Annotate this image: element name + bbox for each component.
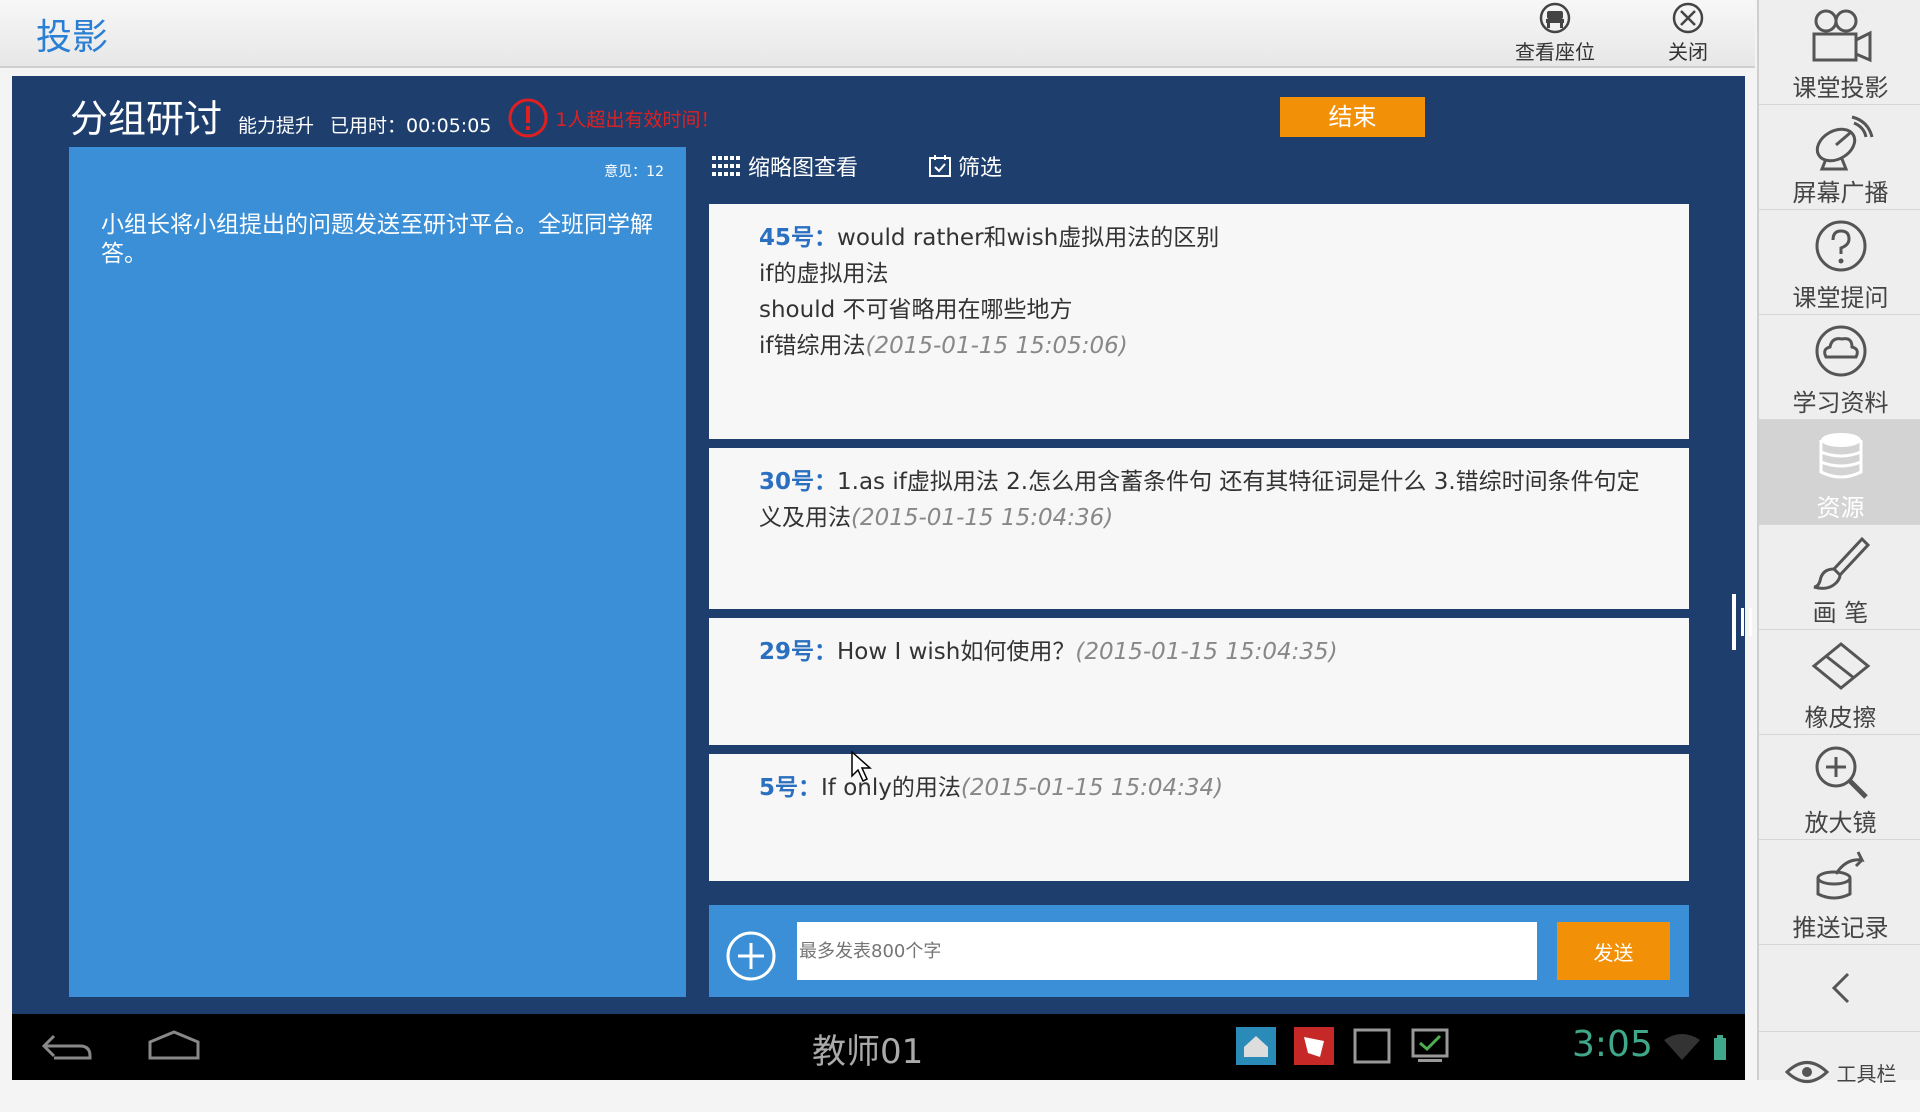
sidebar-item-study-materials[interactable]: 学习资料 xyxy=(1759,315,1920,420)
sidebar-item-label: 画 笔 xyxy=(1812,599,1869,627)
message-time: (2015-01-15 15:04:34) xyxy=(960,775,1224,801)
message-time: (2015-01-15 15:04:35) xyxy=(1075,639,1338,665)
tool-sidebar: 课堂投影 屏幕广播 课堂提问 学习资料 资源 画 笔 橡皮擦 放大镜 推送记录 … xyxy=(1757,0,1920,1086)
student-number: 29号： xyxy=(759,639,838,665)
eraser-icon xyxy=(1811,642,1870,690)
send-button[interactable]: 发送 xyxy=(1557,922,1670,980)
elapsed-value: 00:05:05 xyxy=(406,115,492,137)
view-seats-label: 查看座位 xyxy=(1515,40,1595,64)
message-input[interactable] xyxy=(797,922,1537,980)
add-attachment-icon[interactable] xyxy=(725,930,777,982)
elapsed-label: 已用时： xyxy=(330,115,407,137)
eye-icon xyxy=(1784,1061,1829,1083)
sidebar-item-label: 资源 xyxy=(1816,494,1865,522)
filter-tab[interactable]: 筛选 xyxy=(928,150,1002,182)
window-app-icon[interactable] xyxy=(1352,1027,1392,1065)
current-user: 教师01 xyxy=(812,1032,924,1072)
clock: 3:05 xyxy=(1572,1024,1653,1065)
sidebar-item-push-record[interactable]: 推送记录 xyxy=(1759,840,1920,945)
timeout-warning: 1人超出有效时间！ xyxy=(507,97,719,139)
discussion-stage: 分组研讨 能力提升 已用时：00:05:05 1人超出有效时间！ 结束 意见：1… xyxy=(12,76,1752,1014)
message-line: if的虚拟用法 xyxy=(759,261,889,287)
sidebar-item-eraser[interactable]: 橡皮擦 xyxy=(1759,630,1920,735)
message-line: How I wish如何使用？ xyxy=(837,639,1076,665)
top-header: 投影 查看座位 关闭 xyxy=(0,0,1755,68)
sidebar-item-label: 屏幕广播 xyxy=(1792,179,1889,207)
chevron-left-icon xyxy=(1831,972,1849,1004)
system-navbar: 教师01 3:05 xyxy=(12,1014,1745,1080)
seat-icon xyxy=(1539,2,1571,34)
alert-icon xyxy=(508,98,548,138)
app-title: 投影 xyxy=(36,17,109,58)
message-line: if错综用法 xyxy=(759,333,866,359)
opinion-count: 意见：12 xyxy=(604,164,664,180)
thumbnail-view-tab[interactable]: 缩略图查看 xyxy=(712,150,858,182)
compose-bar: 发送 xyxy=(709,905,1689,997)
end-button[interactable]: 结束 xyxy=(1280,97,1425,137)
topic-panel: 意见：12 小组长将小组提出的问题发送至研讨平台。全班同学解答。 xyxy=(69,147,686,997)
sidebar-item-label: 放大镜 xyxy=(1804,809,1877,837)
grid-icon xyxy=(712,156,740,176)
sidebar-item-resources[interactable]: 资源 xyxy=(1759,420,1920,525)
student-number: 5号： xyxy=(759,775,822,801)
sidebar-item-label: 橡皮擦 xyxy=(1804,704,1877,732)
message-line: If only的用法 xyxy=(821,775,961,801)
push-record-icon xyxy=(1816,851,1865,900)
student-number: 30号： xyxy=(759,469,838,495)
sidebar-item-class-question[interactable]: 课堂提问 xyxy=(1759,210,1920,315)
session-header: 分组研讨 能力提升 已用时：00:05:05 1人超出有效时间！ xyxy=(70,88,719,148)
view-seats-button[interactable]: 查看座位 xyxy=(1500,2,1610,64)
close-button[interactable]: 关闭 xyxy=(1633,2,1743,64)
filter-label: 筛选 xyxy=(958,156,1003,181)
warning-text: 1人超出有效时间！ xyxy=(555,108,720,131)
brush-icon xyxy=(1813,536,1870,590)
message-time: (2015-01-15 15:05:06) xyxy=(865,333,1128,359)
elapsed-time: 已用时：00:05:05 xyxy=(330,111,491,138)
monitor-check-icon[interactable] xyxy=(1410,1027,1450,1065)
sidebar-item-screen-broadcast[interactable]: 屏幕广播 xyxy=(1759,105,1920,210)
video-camera-icon xyxy=(1812,9,1871,63)
toolbar-toggle-label: 工具栏 xyxy=(1836,1061,1897,1086)
home-app-icon[interactable] xyxy=(1236,1027,1276,1065)
view-tabs: 缩略图查看 筛选 xyxy=(712,150,1002,182)
sidebar-item-label: 课堂提问 xyxy=(1792,284,1889,312)
session-title: 分组研讨 xyxy=(70,97,223,141)
calendar-check-icon xyxy=(929,155,952,177)
magnifier-icon xyxy=(1815,746,1868,799)
mouse-cursor-icon xyxy=(851,750,872,783)
sidebar-item-label: 推送记录 xyxy=(1792,914,1889,942)
topic-description: 小组长将小组提出的问题发送至研讨平台。全班同学解答。 xyxy=(101,212,653,267)
sidebar-item-label: 课堂投影 xyxy=(1792,74,1889,102)
red-app-icon[interactable] xyxy=(1294,1027,1334,1065)
sidebar-item-label: 学习资料 xyxy=(1792,389,1889,417)
wifi-battery-icon xyxy=(1664,1034,1726,1060)
message-line: would rather和wish虚拟用法的区别 xyxy=(837,225,1220,251)
home-icon[interactable] xyxy=(146,1028,202,1066)
close-label: 关闭 xyxy=(1668,40,1708,64)
back-icon[interactable] xyxy=(40,1028,94,1066)
satellite-dish-icon xyxy=(1815,115,1873,171)
session-subtitle: 能力提升 xyxy=(238,115,315,137)
sidebar-item-brush[interactable]: 画 笔 xyxy=(1759,525,1920,630)
sidebar-item-magnifier[interactable]: 放大镜 xyxy=(1759,735,1920,840)
toolbar-toggle-button[interactable]: 工具栏 xyxy=(1759,1032,1920,1112)
message-line: should 不可省略用在哪些地方 xyxy=(759,297,1073,323)
database-icon xyxy=(1819,433,1862,479)
message-list: 45号：would rather和wish虚拟用法的区别 if的虚拟用法 sho… xyxy=(709,204,1689,890)
close-icon xyxy=(1672,2,1704,34)
message-card[interactable]: 29号：How I wish如何使用？(2015-01-15 15:04:35) xyxy=(709,618,1689,745)
panel-handle-icon[interactable] xyxy=(1730,594,1756,650)
message-card[interactable]: 30号：1.as if虚拟用法 2.怎么用含蓄条件句 还有其特征词是什么 3.错… xyxy=(709,448,1689,609)
question-icon xyxy=(1815,220,1866,272)
sidebar-item-class-projection[interactable]: 课堂投影 xyxy=(1759,0,1920,105)
message-time: (2015-01-15 15:04:36) xyxy=(851,505,1114,531)
student-number: 45号： xyxy=(759,225,838,251)
cloud-icon xyxy=(1815,325,1866,377)
thumbnail-view-label: 缩略图查看 xyxy=(748,156,859,181)
message-card[interactable]: 45号：would rather和wish虚拟用法的区别 if的虚拟用法 sho… xyxy=(709,204,1689,439)
sidebar-collapse-button[interactable] xyxy=(1759,945,1920,1032)
